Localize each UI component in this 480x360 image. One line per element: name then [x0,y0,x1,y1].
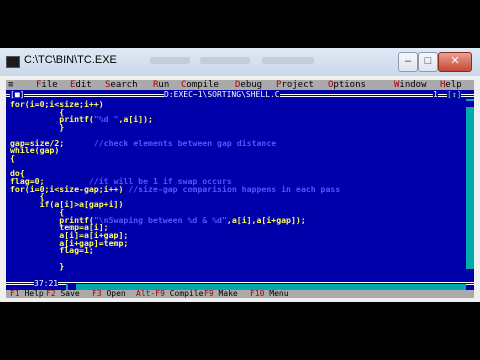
editor-window-number: 1 [433,90,438,99]
menu-search[interactable]: Search [105,80,138,90]
status-label: Compile [169,289,204,298]
vertical-scrollbar[interactable] [466,99,474,269]
status-key: F2 [46,289,56,298]
code-token: } [10,260,65,271]
close-button[interactable]: ✕ [438,52,472,72]
menu-file[interactable]: File [36,80,58,90]
status-item-save[interactable]: F2 Save [46,290,80,298]
code-editor-area[interactable]: for(i=0;i<size;i++) { printf("%d ",a[i])… [6,99,466,271]
menu-bar: ≡ File Edit Search Run Compile Debug Pro… [6,80,474,90]
maximize-button[interactable]: □ [418,52,438,72]
code-token: while(gap) [10,145,60,156]
menu-window[interactable]: Window [394,80,427,90]
menu-options[interactable]: Options [328,80,366,90]
status-key: Alt-F9 [136,289,165,298]
window-title: C:\TC\BIN\TC.EXE [24,54,117,66]
status-key: F1 [10,289,20,298]
status-bar: F1 Help F2 Save F3 Open Alt-F9 Compile F9 Ma… [6,290,474,298]
code-token: { [10,152,15,163]
menu-project[interactable]: Project [276,80,314,90]
close-box-text: [■] [10,90,25,99]
menu-help[interactable]: Help [440,80,462,90]
vertical-scroll-thumb[interactable] [466,101,474,107]
editor-filename: D:EXEC~1\SORTING\SHELL.C [164,90,280,99]
code-token: flag=1; [10,245,94,256]
status-key: F10 [250,289,265,298]
menu-help-label: elp [445,80,462,90]
titlebar-blur-1 [150,57,190,64]
code-line[interactable]: } [10,261,64,271]
code-line[interactable]: } [10,122,64,132]
code-line[interactable]: for(i=0;i<size-gap;i++) //size-gap compa… [10,184,340,194]
window-titlebar[interactable]: C:\TC\BIN\TC.EXE – □ ✕ [0,48,480,76]
editor-zoom-box[interactable]: [↕] [447,90,462,99]
code-token: //size-gap comparision happens in each p… [128,183,341,194]
menu-run[interactable]: Run [153,80,169,90]
menu-edit-label: dit [75,80,92,90]
menu-debug-label: ebug [240,80,263,90]
turbo-c-screen: ≡ File Edit Search Run Compile Debug Pro… [6,80,474,298]
status-label: Make [218,289,238,298]
status-key: F9 [204,289,214,298]
menu-run-label: un [158,80,170,90]
status-label: Help [24,289,44,298]
code-line[interactable]: while(gap) [10,145,59,155]
status-item-make[interactable]: F9 Make [204,290,238,298]
system-menu-icon[interactable]: ≡ [8,80,13,90]
status-item-menu[interactable]: F10 Menu [250,290,289,298]
code-token: "\nSwaping between %d & %d" [93,214,227,225]
status-label: Open [106,289,126,298]
code-token: "%d " [93,114,119,125]
menu-debug[interactable]: Debug [235,80,262,90]
menu-edit[interactable]: Edit [70,80,92,90]
menu-project-label: roject [281,80,314,90]
menu-window-label: indow [399,80,427,90]
editor-close-box[interactable]: [■] [10,90,25,99]
minimize-button[interactable]: – [398,52,418,72]
titlebar-blur-2 [200,57,250,64]
status-item-compile[interactable]: Alt-F9 Compile [136,290,203,298]
status-key: F3 [92,289,102,298]
code-token: //check elements between gap distance [69,137,277,148]
code-line[interactable]: flag=1; [10,245,94,255]
code-token: ,a[i]); [118,114,153,125]
code-token: } [10,122,65,133]
titlebar-blur-3 [262,57,314,64]
application-window: C:\TC\BIN\TC.EXE – □ ✕ ≡ File Edit Searc… [0,48,480,302]
code-token: ,a[i],a[i+gap]); [226,214,306,225]
menu-compile-label: ompile [186,80,219,90]
menu-options-label: ptions [333,80,366,90]
status-item-help[interactable]: F1 Help [10,290,44,298]
console-app-icon [6,56,20,68]
status-label: Menu [269,289,289,298]
status-label: Save [60,289,80,298]
status-item-open[interactable]: F3 Open [92,290,126,298]
cursor-position: 37:21 [34,279,59,288]
menu-file-label: ile [41,80,58,90]
menu-search-label: earch [110,80,138,90]
menu-compile[interactable]: Compile [181,80,219,90]
editor-frame-top: [■] D:EXEC~1\SORTING\SHELL.C 1 [↕] [6,90,474,99]
code-line[interactable]: { [10,153,15,163]
